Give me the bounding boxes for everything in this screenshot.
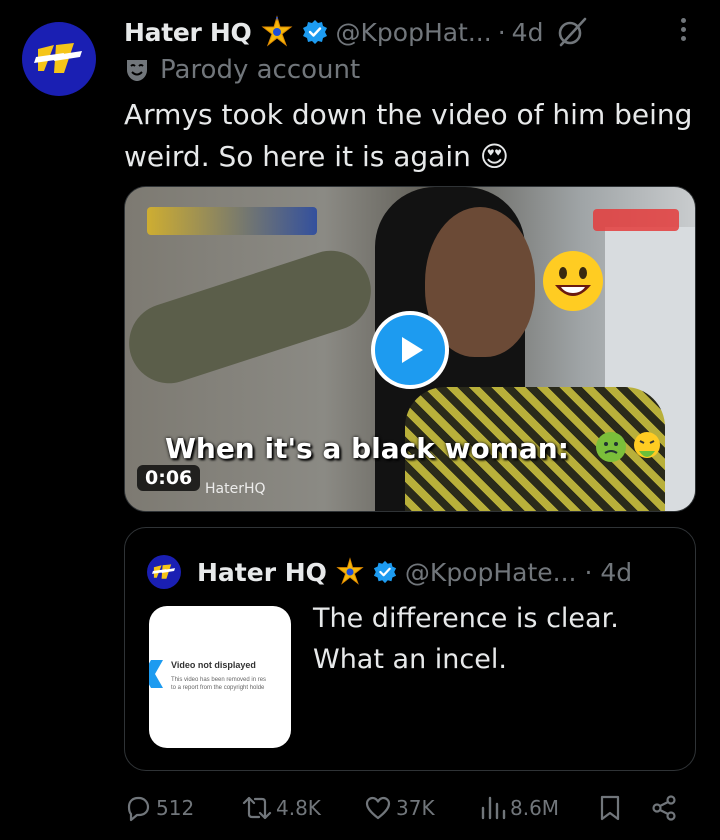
views-icon bbox=[481, 796, 506, 820]
tweet-header: Hater HQ @KpopHat... · 4d bbox=[124, 12, 720, 52]
bookmark-button[interactable] bbox=[598, 794, 622, 822]
video-not-displayed-body: This video has been removed in res to a … bbox=[171, 676, 291, 692]
more-icon[interactable] bbox=[681, 18, 686, 41]
reply-button[interactable]: 512 bbox=[124, 794, 194, 822]
time-separator: · bbox=[497, 17, 506, 47]
channel-logo bbox=[593, 209, 679, 231]
play-icon bbox=[402, 337, 423, 363]
repost-count: 4.8K bbox=[276, 796, 321, 820]
video-caption: When it's a black woman: bbox=[165, 432, 569, 465]
action-bar: 512 4.8K 37K 8.6M bbox=[124, 788, 696, 828]
video-unavailable-icon bbox=[149, 660, 163, 688]
quoted-avatar bbox=[147, 555, 181, 589]
video-watermark: HaterHQ bbox=[205, 481, 266, 497]
tweet-time[interactable]: 4d bbox=[512, 18, 544, 47]
quoted-header: Hater HQ @KpopHate... · 4d bbox=[147, 552, 632, 592]
video-not-displayed-line-2: to a report from the copyright holde bbox=[171, 685, 265, 691]
share-icon bbox=[652, 795, 676, 821]
parody-label: Parody account bbox=[124, 52, 360, 88]
quoted-text: The difference is clear. What an incel. bbox=[313, 603, 619, 675]
author-avatar[interactable] bbox=[22, 22, 96, 96]
parody-mask-icon bbox=[127, 60, 147, 81]
bookmark-icon bbox=[600, 795, 620, 821]
gold-star-icon bbox=[260, 15, 294, 49]
gold-star-icon bbox=[335, 557, 365, 587]
quoted-author-name: Hater HQ bbox=[197, 557, 327, 587]
avatar-logo-icon bbox=[34, 43, 82, 73]
repost-button[interactable]: 4.8K bbox=[242, 794, 321, 822]
video-not-displayed-title: Video not displayed bbox=[171, 660, 256, 670]
reply-count: 512 bbox=[156, 796, 195, 820]
tweet-text: Armys took down the video of him being w… bbox=[124, 98, 693, 173]
like-count: 37K bbox=[396, 796, 435, 820]
verified-icon bbox=[373, 560, 397, 584]
quoted-media-thumbnail[interactable]: Video not displayed This video has been … bbox=[149, 606, 291, 748]
views-button[interactable]: 8.6M bbox=[480, 794, 559, 822]
video-duration: 0:06 bbox=[137, 465, 201, 491]
view-count: 8.6M bbox=[510, 796, 560, 820]
reply-icon bbox=[127, 796, 150, 822]
author-handle[interactable]: @KpopHat... bbox=[336, 18, 492, 47]
share-button[interactable] bbox=[650, 794, 678, 822]
author-name[interactable]: Hater HQ bbox=[124, 18, 252, 47]
verified-icon[interactable] bbox=[302, 19, 328, 45]
video-not-displayed-line-1: This video has been removed in res bbox=[171, 677, 267, 683]
broadcast-logo bbox=[147, 207, 317, 235]
smiley-emoji-icon bbox=[543, 251, 603, 311]
repost-icon bbox=[242, 796, 272, 820]
like-icon bbox=[365, 796, 391, 820]
parody-text: Parody account bbox=[160, 55, 361, 85]
quoted-tweet[interactable]: Hater HQ @KpopHate... · 4d Video not dis… bbox=[124, 527, 696, 771]
play-button[interactable] bbox=[371, 311, 449, 389]
quoted-author-handle: @KpopHate... bbox=[404, 557, 577, 587]
grok-icon[interactable] bbox=[555, 17, 589, 47]
like-button[interactable]: 37K bbox=[364, 794, 435, 822]
video-player[interactable]: When it's a black woman: HaterHQ 0:06 bbox=[124, 186, 696, 512]
quoted-time: · 4d bbox=[584, 557, 633, 587]
vomit-emoji-icon bbox=[595, 431, 663, 463]
avatar-logo-icon bbox=[152, 564, 176, 579]
